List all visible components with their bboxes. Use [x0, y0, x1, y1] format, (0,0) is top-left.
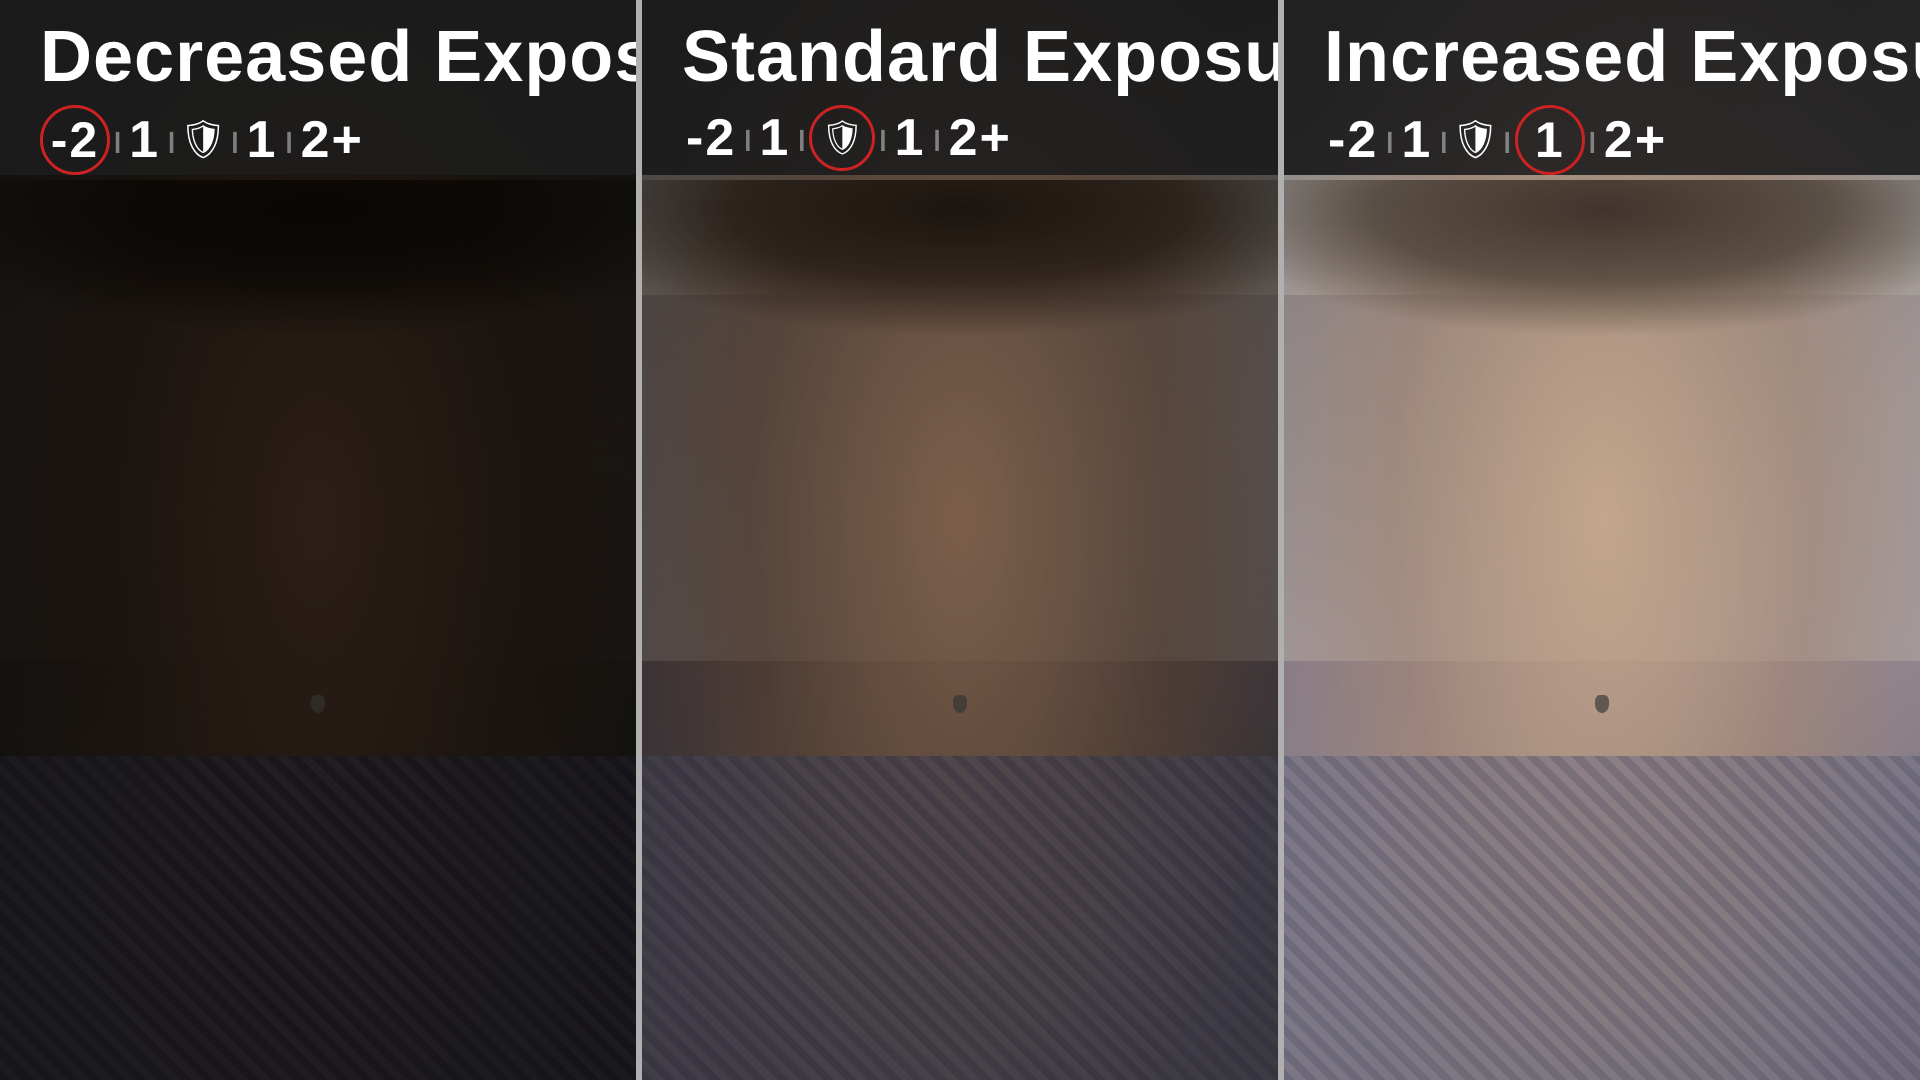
decreased-scale-minus2: -2 — [40, 105, 110, 175]
increased-hair-top — [1284, 180, 1920, 480]
standard-scale-1a: 1 — [755, 108, 794, 168]
standard-header-bar: Standard Exposure -2 ı 1 ı 🛡 ı 1 ı 2+ — [642, 0, 1278, 175]
panel-decreased: Decreased Exposure -2 ı 1 ı 🛡 ı 1 ı 2+ — [0, 0, 636, 1080]
increased-div4: ı — [1585, 118, 1600, 163]
standard-scale-minus2: -2 — [682, 108, 740, 168]
increased-scale-minus2: -2 — [1324, 110, 1382, 170]
main-container: Decreased Exposure -2 ı 1 ı 🛡 ı 1 ı 2+ S… — [0, 0, 1920, 1080]
standard-div4: ı — [929, 116, 944, 161]
increased-div1: ı — [1382, 118, 1397, 163]
decreased-exposure-scale: -2 ı 1 ı 🛡 ı 1 ı 2+ — [40, 105, 368, 175]
increased-header-bar: Increased Exposure -2 ı 1 ı 🛡 ı 1 ı 2+ — [1284, 0, 1920, 175]
decreased-div2: ı — [164, 118, 179, 163]
standard-panel-title: Standard Exposure — [682, 18, 1278, 97]
decreased-header-bar: Decreased Exposure -2 ı 1 ı 🛡 ı 1 ı 2+ — [0, 0, 636, 175]
increased-panel-title: Increased Exposure — [1324, 18, 1920, 97]
increased-exposure-scale: -2 ı 1 ı 🛡 ı 1 ı 2+ — [1324, 105, 1671, 175]
decreased-hair-top — [0, 180, 636, 480]
decreased-div1: ı — [110, 118, 125, 163]
decreased-clothing — [0, 756, 636, 1080]
increased-div3: ı — [1500, 118, 1515, 163]
decreased-scale-1b: 1 — [243, 110, 282, 170]
standard-necklace — [953, 695, 967, 713]
standard-div1: ı — [740, 116, 755, 161]
panel-increased: Increased Exposure -2 ı 1 ı 🛡 ı 1 ı 2+ — [1284, 0, 1920, 1080]
increased-scale-1a: 1 — [1397, 110, 1436, 170]
standard-div2: ı — [794, 116, 809, 161]
standard-shield-icon: 🛡 — [809, 105, 875, 171]
increased-necklace — [1595, 695, 1609, 713]
decreased-necklace — [311, 695, 325, 713]
increased-clothing — [1284, 756, 1920, 1080]
increased-scale-2plus: 2+ — [1600, 110, 1671, 170]
standard-exposure-scale: -2 ı 1 ı 🛡 ı 1 ı 2+ — [682, 105, 1016, 171]
standard-scale-2plus: 2+ — [945, 108, 1016, 168]
decreased-div4: ı — [281, 118, 296, 163]
decreased-div3: ı — [227, 118, 242, 163]
standard-hair-top — [642, 180, 1278, 480]
decreased-shield-icon: 🛡 — [179, 118, 227, 162]
standard-clothing — [642, 756, 1278, 1080]
decreased-panel-title: Decreased Exposure — [40, 18, 636, 97]
decreased-scale-1a: 1 — [125, 110, 164, 170]
increased-scale-1b: 1 — [1515, 105, 1585, 175]
standard-scale-1b: 1 — [891, 108, 930, 168]
standard-div3: ı — [875, 116, 890, 161]
increased-div2: ı — [1436, 118, 1451, 163]
increased-shield-icon: 🛡 — [1451, 118, 1499, 162]
decreased-scale-2plus: 2+ — [297, 110, 368, 170]
panel-standard: Standard Exposure -2 ı 1 ı 🛡 ı 1 ı 2+ — [642, 0, 1278, 1080]
